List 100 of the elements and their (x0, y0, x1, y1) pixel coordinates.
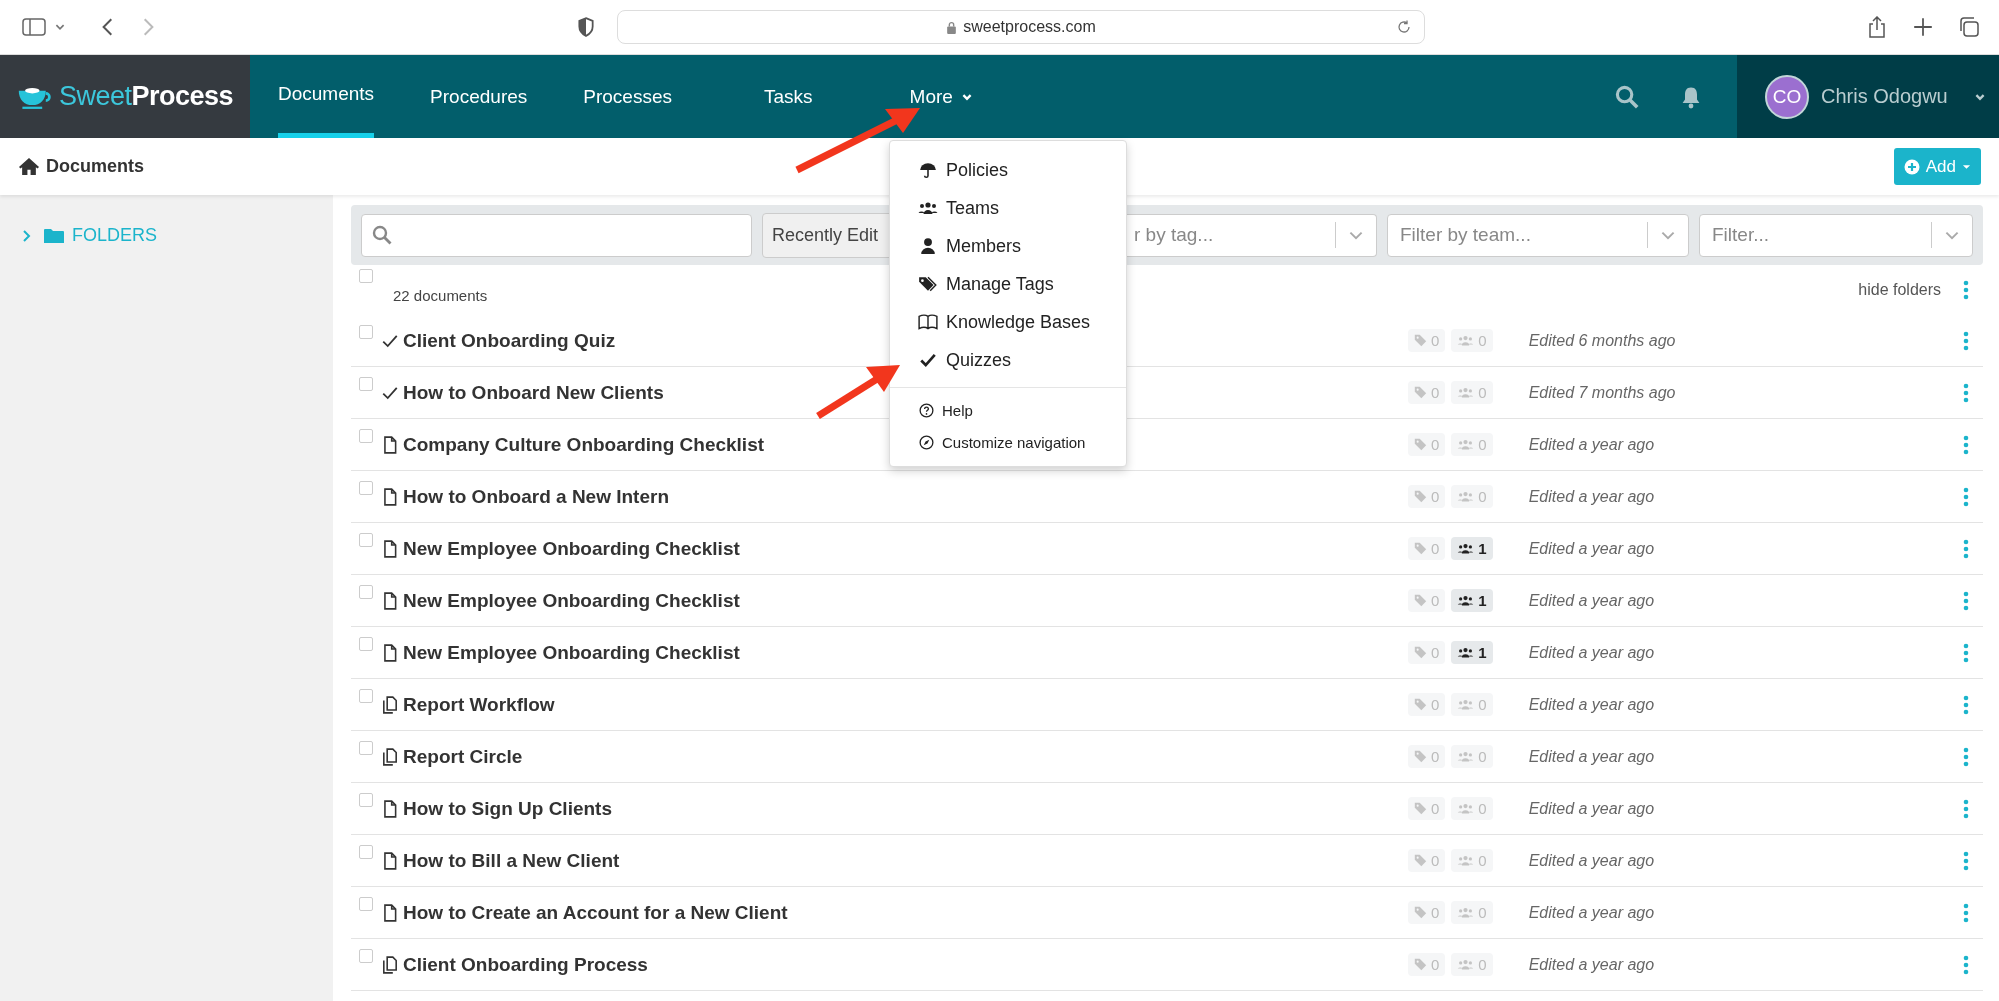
people-icon (1457, 542, 1475, 555)
nav-tab[interactable]: Procedures (430, 55, 528, 138)
document-title[interactable]: Client Onboarding Quiz (403, 329, 616, 352)
row-checkbox[interactable] (359, 637, 373, 651)
kebab-menu-icon[interactable] (1963, 642, 1969, 663)
umbrella-icon (918, 161, 938, 179)
reload-icon[interactable] (1396, 19, 1412, 35)
tag-count-badge: 0 (1408, 901, 1446, 924)
tabs-icon[interactable] (1957, 16, 1981, 38)
row-checkbox[interactable] (359, 481, 373, 495)
menu-item[interactable]: Quizzes (890, 341, 1126, 379)
document-title[interactable]: How to Sign Up Clients (403, 797, 612, 820)
user-menu[interactable]: CO Chris Odogwu (1737, 55, 1999, 138)
tag-count-badge: 0 (1408, 641, 1446, 664)
kebab-menu-icon[interactable] (1963, 434, 1969, 455)
kebab-menu-icon[interactable] (1963, 382, 1969, 403)
hide-folders-link[interactable]: hide folders (1858, 281, 1941, 299)
plus-icon[interactable] (1911, 16, 1935, 38)
team-count-badge: 1 (1451, 641, 1493, 664)
document-title[interactable]: How to Onboard a New Intern (403, 485, 669, 508)
people-icon (1457, 490, 1475, 503)
menu-item[interactable]: Manage Tags (890, 265, 1126, 303)
menu-item[interactable]: Customize navigation (890, 426, 1126, 458)
people-icon (1457, 334, 1475, 347)
document-title[interactable]: New Employee Onboarding Checklist (403, 589, 740, 612)
tag-count-badge: 0 (1408, 329, 1446, 352)
document-title[interactable]: New Employee Onboarding Checklist (403, 641, 740, 664)
row-checkbox[interactable] (359, 793, 373, 807)
team-filter[interactable]: Filter by team... (1387, 213, 1689, 257)
address-bar[interactable]: sweetprocess.com (617, 10, 1425, 44)
people-icon (1457, 698, 1475, 711)
document-count: 22 documents (393, 286, 488, 304)
document-title[interactable]: How to Bill a New Client (403, 849, 620, 872)
document-icon (381, 539, 399, 558)
nav-tab[interactable]: More (909, 55, 973, 138)
question-icon (919, 402, 934, 418)
kebab-menu-icon[interactable] (1963, 330, 1969, 351)
document-title[interactable]: Report Workflow (403, 693, 555, 716)
edited-time: Edited a year ago (1528, 435, 1655, 454)
row-checkbox[interactable] (359, 585, 373, 599)
menu-item[interactable]: Help (890, 394, 1126, 426)
filter-select[interactable]: Filter... (1699, 213, 1973, 257)
kebab-menu-icon[interactable] (1963, 280, 1969, 300)
document-title[interactable]: Company Culture Onboarding Checklist (403, 433, 765, 456)
document-icon (381, 591, 399, 610)
kebab-menu-icon[interactable] (1963, 850, 1969, 871)
kebab-menu-icon[interactable] (1963, 954, 1969, 975)
edited-time: Edited a year ago (1528, 643, 1655, 662)
kebab-menu-icon[interactable] (1963, 590, 1969, 611)
document-title[interactable]: New Employee Onboarding Checklist (403, 537, 740, 560)
edited-time: Edited a year ago (1528, 799, 1655, 818)
kebab-menu-icon[interactable] (1963, 798, 1969, 819)
edited-time: Edited a year ago (1528, 955, 1655, 974)
nav-tab[interactable]: Documents (278, 55, 375, 138)
shield-icon[interactable] (577, 17, 595, 37)
row-checkbox[interactable] (359, 897, 373, 911)
menu-item[interactable]: Policies (890, 151, 1126, 189)
row-checkbox[interactable] (359, 845, 373, 859)
menu-item[interactable]: Knowledge Bases (890, 303, 1126, 341)
edited-time: Edited a year ago (1528, 591, 1655, 610)
row-checkbox[interactable] (359, 949, 373, 963)
search-icon[interactable] (1615, 84, 1639, 109)
tag-icon (1414, 386, 1427, 399)
brand-logo[interactable]: SweetProcess (0, 55, 250, 138)
document-title[interactable]: How to Onboard New Clients (403, 381, 664, 404)
team-count-badge: 0 (1451, 381, 1493, 404)
nav-tab[interactable]: Processes (583, 55, 672, 138)
row-checkbox[interactable] (359, 741, 373, 755)
document-title[interactable]: How to Create an Account for a New Client (403, 901, 788, 924)
team-count-badge: 0 (1451, 329, 1493, 352)
edited-time: Edited a year ago (1528, 487, 1655, 506)
people-icon (1457, 594, 1475, 607)
document-icon (381, 851, 399, 870)
kebab-menu-icon[interactable] (1963, 538, 1969, 559)
search-field[interactable] (361, 213, 752, 257)
document-title[interactable]: Client Onboarding Process (403, 953, 648, 976)
tag-count-badge: 0 (1408, 381, 1446, 404)
nav-tab[interactable]: Tasks (764, 55, 813, 138)
row-checkbox[interactable] (359, 429, 373, 443)
team-count-badge: 0 (1451, 849, 1493, 872)
row-checkbox[interactable] (359, 689, 373, 703)
tag-icon (1414, 698, 1427, 711)
caret-icon (1962, 163, 1971, 170)
row-checkbox[interactable] (359, 325, 373, 339)
kebab-menu-icon[interactable] (1963, 486, 1969, 507)
person-icon (918, 237, 938, 255)
kebab-menu-icon[interactable] (1963, 694, 1969, 715)
select-all-checkbox[interactable] (359, 269, 373, 283)
row-checkbox[interactable] (359, 377, 373, 391)
tag-count-badge: 0 (1408, 849, 1446, 872)
edited-time: Edited 7 months ago (1528, 383, 1676, 402)
people-icon (1457, 802, 1475, 815)
team-count-badge: 0 (1451, 953, 1493, 976)
kebab-menu-icon[interactable] (1963, 746, 1969, 767)
row-checkbox[interactable] (359, 533, 373, 547)
kebab-menu-icon[interactable] (1963, 902, 1969, 923)
document-title[interactable]: Report Circle (403, 745, 523, 768)
sidebar-icon[interactable] (22, 16, 46, 38)
tag-count-badge: 0 (1408, 485, 1446, 508)
document-icon (381, 643, 399, 662)
